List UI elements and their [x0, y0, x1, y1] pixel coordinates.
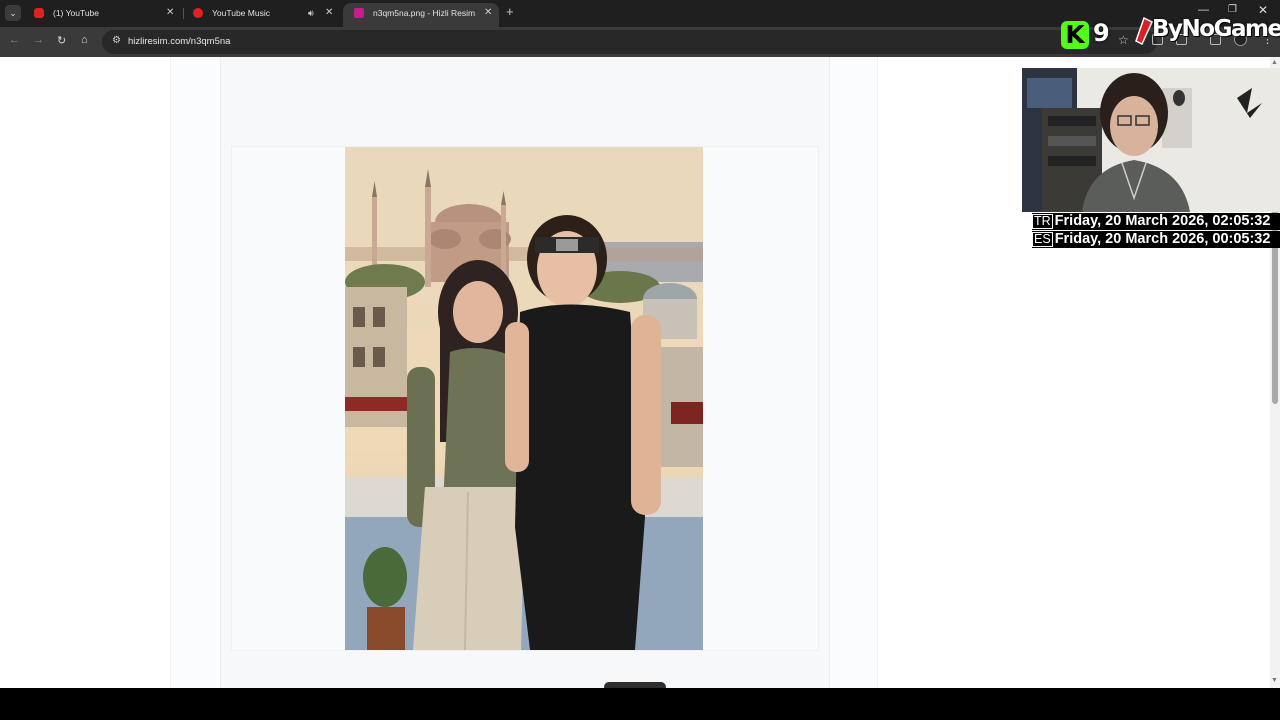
tab-title: YouTube Music — [212, 8, 270, 18]
reload-icon[interactable]: ↻ — [57, 34, 66, 47]
url-text[interactable]: hizliresim.com/n3qm5na — [128, 36, 230, 47]
address-bar[interactable]: ⚙ hizliresim.com/n3qm5na — [102, 30, 1157, 54]
close-icon[interactable]: ✕ — [166, 3, 174, 23]
kick-viewer-count: 9 — [1093, 19, 1110, 47]
tr-flag: TR — [1032, 214, 1053, 229]
streamer-name: ByNoGame — [1152, 16, 1280, 42]
tab-title: n3qm5na.png - Hizli Resim — [373, 8, 476, 18]
home-icon[interactable]: ⌂ — [81, 34, 88, 46]
clock-tr-text: Friday, 20 March 2026, 02:05:32 — [1054, 213, 1271, 229]
photo-illustration — [345, 147, 703, 650]
hizliresim-icon — [354, 8, 364, 18]
scroll-up-icon[interactable]: ▲ — [1271, 59, 1278, 66]
youtube-icon — [34, 8, 44, 18]
screen: ⌄ (1) YouTube ✕ YouTube Music 🔊︎ ✕ n3qm5… — [0, 0, 1280, 720]
youtube-music-icon — [193, 8, 203, 18]
es-flag: ES — [1032, 232, 1053, 247]
webcam-overlay — [1022, 68, 1280, 212]
back-icon[interactable]: ← — [9, 34, 20, 46]
tab-search-button[interactable]: ⌄ — [5, 5, 21, 21]
clock-tr: TR Friday, 20 March 2026, 02:05:32 — [1032, 213, 1280, 230]
bottom-black-bar — [0, 688, 1280, 720]
site-info-icon[interactable]: ⚙ — [112, 35, 121, 46]
bookmark-star-icon[interactable]: ☆ — [1118, 33, 1129, 47]
close-icon[interactable]: ✕ — [325, 3, 333, 23]
tab-title: (1) YouTube — [53, 8, 99, 18]
webcam-feed — [1022, 68, 1280, 212]
new-tab-icon[interactable]: + — [506, 4, 514, 19]
tab-hizli-resim[interactable]: n3qm5na.png - Hizli Resim ✕ — [343, 3, 499, 27]
clock-es-text: Friday, 20 March 2026, 00:05:32 — [1054, 231, 1271, 247]
tab-youtube-music[interactable]: YouTube Music 🔊︎ ✕ — [182, 3, 340, 27]
scroll-down-icon[interactable]: ▼ — [1271, 677, 1278, 684]
tab-youtube[interactable]: (1) YouTube ✕ — [23, 3, 181, 27]
clock-es: ES Friday, 20 March 2026, 00:05:32 — [1032, 231, 1280, 248]
kick-logo-icon: K — [1061, 21, 1089, 49]
forward-icon[interactable]: → — [33, 34, 44, 46]
close-icon[interactable]: ✕ — [484, 3, 492, 23]
uploaded-photo[interactable] — [345, 147, 703, 650]
speaker-icon[interactable]: 🔊︎ — [308, 3, 314, 23]
